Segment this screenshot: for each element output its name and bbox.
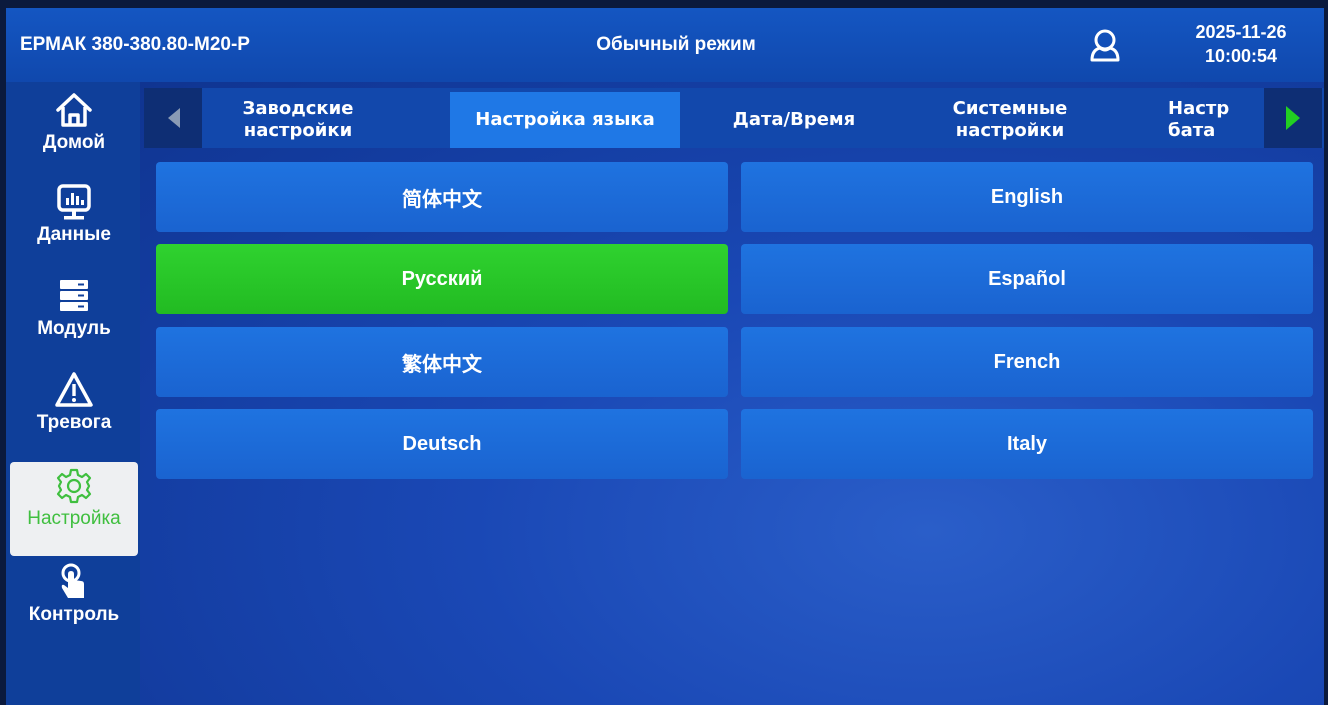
sidebar-item-home[interactable]: Домой: [10, 86, 138, 176]
language-button-spanish[interactable]: Español: [741, 244, 1313, 314]
server-icon: [60, 280, 88, 311]
sidebar-item-control[interactable]: Контроль: [10, 558, 138, 648]
language-button-english[interactable]: English: [741, 162, 1313, 232]
tab-factory-settings[interactable]: Заводские настройки: [208, 92, 388, 148]
tab-scroll-right-button[interactable]: [1264, 88, 1322, 148]
tab-battery-settings[interactable]: Настр бата: [1168, 92, 1264, 148]
tab-scroll-left-button[interactable]: [144, 88, 202, 148]
sidebar: Домой Данные Модуль Тревога Настройка Ко…: [6, 82, 140, 705]
triangle-left-icon: [168, 108, 180, 128]
tab-bar: Заводские настройки Настройка языка Дата…: [144, 88, 1324, 148]
sidebar-item-alarm[interactable]: Тревога: [10, 366, 138, 456]
language-button-simplified-chinese[interactable]: 简体中文: [156, 162, 728, 232]
header-bar: ЕРМАК 380-380.80-М20-Р Обычный режим 202…: [6, 8, 1324, 82]
tab-system-settings[interactable]: Системные настройки: [920, 92, 1100, 148]
sidebar-item-label: Данные: [37, 224, 111, 245]
date-text: 2025-11-26: [1195, 22, 1287, 42]
operating-mode: Обычный режим: [596, 34, 756, 55]
touch-icon: [61, 563, 84, 598]
datetime: 2025-11-26 10:00:54: [1166, 20, 1316, 68]
home-icon: [56, 93, 92, 127]
sidebar-item-data[interactable]: Данные: [10, 178, 138, 268]
sidebar-item-module[interactable]: Модуль: [10, 272, 138, 362]
language-button-italian[interactable]: Italy: [741, 409, 1313, 479]
triangle-right-icon: [1286, 106, 1300, 130]
tab-language-settings[interactable]: Настройка языка: [450, 92, 680, 148]
language-button-traditional-chinese[interactable]: 繁体中文: [156, 327, 728, 397]
tab-date-time[interactable]: Дата/Время: [714, 92, 874, 148]
sidebar-item-label: Модуль: [37, 318, 111, 339]
sidebar-item-label: Настройка: [27, 508, 121, 529]
sidebar-item-settings[interactable]: Настройка: [10, 462, 138, 556]
user-icon[interactable]: [1088, 28, 1122, 64]
warning-icon: [55, 372, 93, 407]
monitor-chart-icon: [57, 184, 91, 220]
gear-icon: [56, 468, 92, 504]
device-model: ЕРМАК 380-380.80-М20-Р: [20, 34, 250, 55]
time-text: 10:00:54: [1204, 46, 1278, 66]
sidebar-item-label: Тревога: [36, 412, 112, 433]
screen: ЕРМАК 380-380.80-М20-Р Обычный режим 202…: [6, 8, 1324, 705]
sidebar-item-label: Контроль: [28, 604, 120, 625]
language-button-russian[interactable]: Русский: [156, 244, 728, 314]
sidebar-item-label: Домой: [42, 132, 106, 153]
language-button-german[interactable]: Deutsch: [156, 409, 728, 479]
language-button-french[interactable]: French: [741, 327, 1313, 397]
